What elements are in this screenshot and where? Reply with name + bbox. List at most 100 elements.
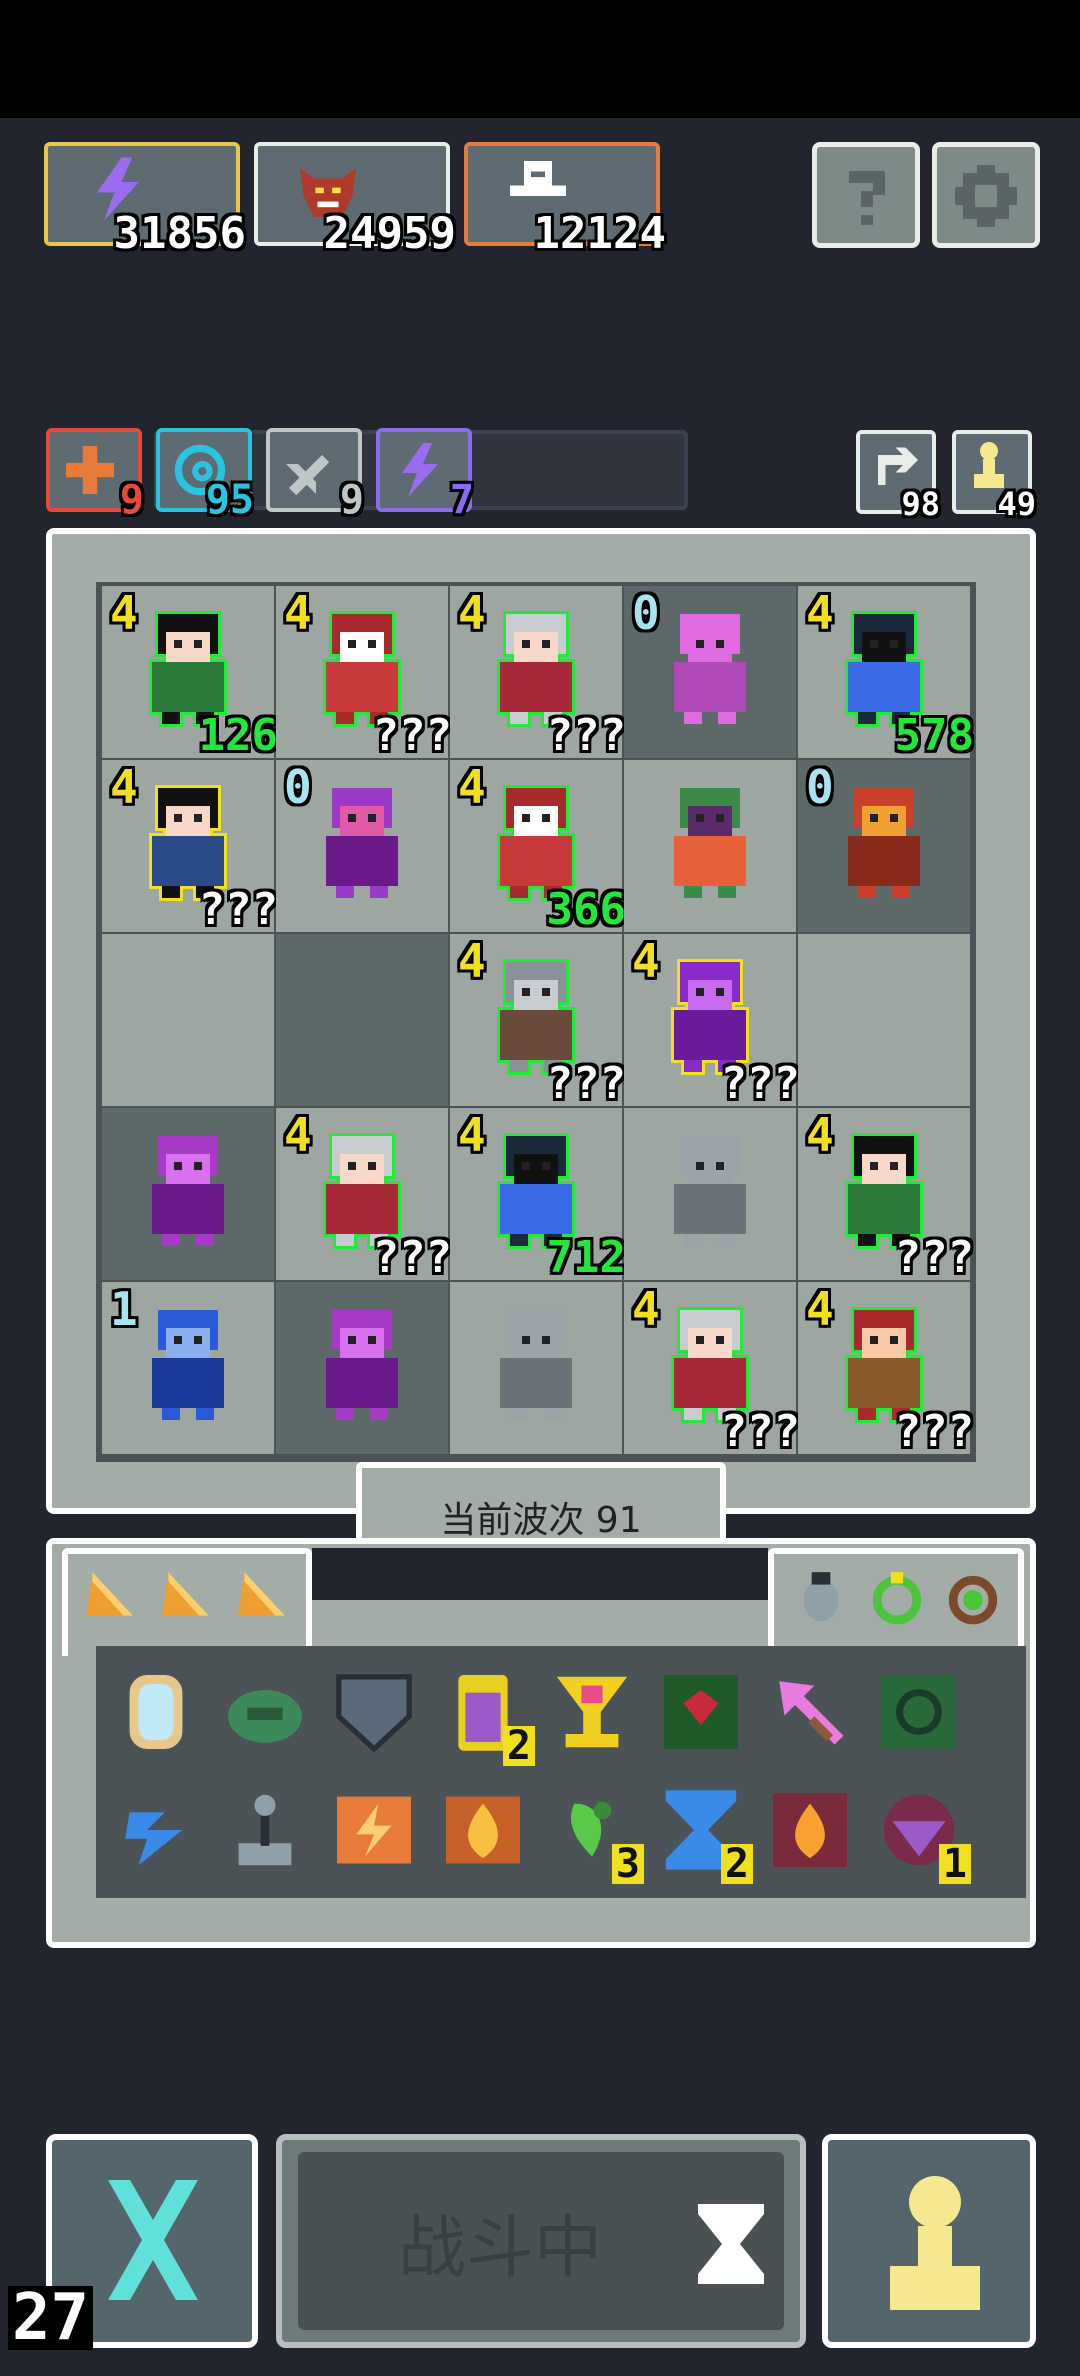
cheese-icon[interactable] (80, 1566, 142, 1628)
board-cell[interactable]: 4 578 (798, 586, 974, 758)
unit-value: 126 (198, 710, 278, 761)
unit-level: 0 (284, 760, 312, 814)
cheese-icon[interactable] (156, 1566, 218, 1628)
status-bar (0, 0, 1080, 118)
buff-value: 95 (205, 477, 254, 523)
unit-level: 0 (632, 586, 660, 640)
board-cell[interactable]: 4??? (276, 1108, 452, 1280)
inventory-item[interactable] (112, 1668, 200, 1756)
inventory-notch (312, 1548, 768, 1600)
inventory-item[interactable]: 1 (875, 1786, 971, 1884)
pawn-button[interactable] (822, 2134, 1036, 2348)
inventory-item[interactable]: 2 (439, 1668, 535, 1766)
arrow-icon (779, 1681, 844, 1745)
help-button[interactable] (812, 142, 920, 248)
board-cell[interactable] (276, 1282, 448, 1454)
inventory-item[interactable] (766, 1668, 854, 1756)
brown-ring-icon[interactable] (942, 1566, 1004, 1628)
item-count: 2 (720, 1844, 753, 1884)
board-cell[interactable] (102, 1108, 274, 1280)
board-cell[interactable]: 4??? (276, 586, 452, 758)
resource-counter: 24959 (254, 142, 456, 256)
counter-pawn[interactable]: 49 (952, 430, 1036, 520)
board-cell[interactable]: 4??? (450, 586, 626, 758)
corner-number: 27 (8, 2286, 94, 2350)
counter-value: 98 (901, 485, 940, 523)
board-cell[interactable] (798, 934, 970, 1106)
lightning-icon (402, 443, 438, 497)
inventory-item[interactable] (112, 1786, 200, 1874)
board-cell[interactable]: 4??? (798, 1108, 974, 1280)
board-cell[interactable]: 4 126 (102, 586, 278, 758)
inventory-item[interactable] (330, 1786, 418, 1874)
unit-value: ??? (894, 1232, 974, 1283)
hourglass-icon (698, 2204, 764, 2284)
board-cell[interactable] (276, 934, 448, 1106)
pawn-icon (974, 442, 1004, 488)
green-tome-icon (664, 1675, 738, 1749)
inventory-item[interactable] (657, 1668, 745, 1756)
inventory-item[interactable]: 2 (657, 1786, 753, 1884)
board-cell[interactable]: 4 712 (450, 1108, 626, 1280)
settings-button[interactable] (932, 142, 1040, 248)
unit-level: 4 (632, 934, 660, 988)
unit-value: 578 (894, 710, 974, 761)
unit-level: 4 (110, 760, 138, 814)
board-cell[interactable] (624, 1108, 796, 1280)
unit-value: 712 (546, 1232, 626, 1283)
inventory-item[interactable] (766, 1786, 854, 1874)
refresh-icon (878, 447, 918, 485)
resource-counter: 31856 (44, 142, 246, 256)
unit-value: ??? (720, 1406, 800, 1457)
cheese-icon[interactable] (232, 1566, 294, 1628)
board-cell[interactable]: 4 366 (450, 760, 626, 932)
buff-slot[interactable]: 7 (376, 428, 474, 520)
buff-slot[interactable]: 9 (46, 428, 144, 520)
unit-value: ??? (894, 1406, 974, 1457)
inventory-item[interactable]: 3 (548, 1786, 644, 1884)
board-cell[interactable] (450, 1282, 622, 1454)
resource-value: 31856 (113, 208, 246, 259)
unit-value: ??? (198, 884, 278, 935)
board-cell[interactable]: 0 (624, 586, 796, 758)
board-cell[interactable]: 1 (102, 1282, 274, 1454)
green-ring-icon[interactable] (866, 1566, 928, 1628)
unit-value: ??? (720, 1058, 800, 1109)
board-cell[interactable]: 0 (798, 760, 970, 932)
beetle-icon[interactable] (790, 1566, 852, 1628)
unit-level: 4 (806, 586, 834, 640)
board-cell[interactable]: 4??? (798, 1282, 974, 1454)
unit-value: ??? (546, 710, 626, 761)
mirror-icon (129, 1675, 183, 1749)
unit-level: 4 (806, 1282, 834, 1336)
inventory-item[interactable] (439, 1786, 527, 1874)
buff-slot[interactable]: 9 (266, 428, 364, 520)
board-cell[interactable]: 4??? (624, 934, 800, 1106)
inventory-item[interactable] (221, 1786, 309, 1874)
unit-level: 4 (110, 586, 138, 640)
inventory-item[interactable] (221, 1668, 309, 1756)
fight-label: 战斗中 (398, 2208, 603, 2288)
inventory-item[interactable] (330, 1668, 418, 1756)
unit-level: 0 (806, 760, 834, 814)
board-cell[interactable]: 4??? (102, 760, 278, 932)
board-cell[interactable] (102, 934, 274, 1106)
item-count: 2 (502, 1726, 535, 1766)
inventory-item[interactable] (875, 1668, 963, 1756)
board-cell[interactable] (624, 760, 796, 932)
gray-demon-unit (500, 1310, 572, 1420)
buff-slot[interactable]: 95 (156, 428, 254, 520)
counter-value: 49 (997, 485, 1036, 523)
unit-level: 4 (632, 1282, 660, 1336)
unit-level: 4 (284, 1108, 312, 1162)
inventory-item[interactable] (548, 1668, 636, 1756)
board-cell[interactable]: 0 (276, 760, 448, 932)
plus-icon (66, 446, 114, 494)
counter-refresh[interactable]: 98 (856, 430, 940, 520)
pink-imp-unit (674, 614, 746, 724)
gear-icon (955, 165, 1017, 227)
gray-demon-unit (674, 1136, 746, 1246)
board-cell[interactable]: 4??? (450, 934, 626, 1106)
board-cell[interactable]: 4??? (624, 1282, 800, 1454)
unit-value: ??? (372, 1232, 452, 1283)
